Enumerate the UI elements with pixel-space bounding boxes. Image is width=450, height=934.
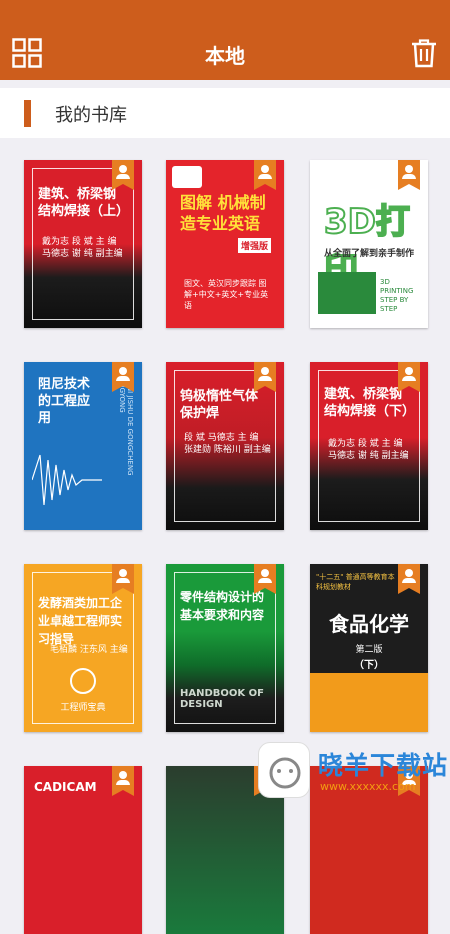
cover-label-box xyxy=(172,166,202,188)
book-subtitle: HANDBOOK OF DESIGN xyxy=(180,688,264,710)
book-tag: 3D PRINTING STEP BY STEP xyxy=(380,278,414,313)
page-title: 本地 xyxy=(205,44,245,68)
book-card[interactable]: CADICAM xyxy=(24,766,142,934)
book-authors: 戴为志 段 斌 主 编 xyxy=(42,237,117,247)
book-authors: 段 斌 马德志 主 编 xyxy=(184,433,259,443)
book-authors: 毛栢麟 汪东风 主编 xyxy=(50,645,128,655)
book-card[interactable]: 建筑、桥梁钢结构焊接（下） 戴为志 段 斌 主 编 马德志 谢 纯 副主编 xyxy=(310,362,428,530)
book-title: 发酵酒类加工企业卓越工程师实习指导 xyxy=(38,596,123,646)
book-card[interactable]: 图解 机械制造专业英语 增强版 图文、英汉同步跟踪 图解+中文+英文+专业英语 xyxy=(166,160,284,328)
book-spine-text: ZUNI JISHU DE GONGCHENG YINGYONG xyxy=(120,376,134,476)
book-card[interactable]: 阻尼技术的工程应用 ZUNI JISHU DE GONGCHENG YINGYO… xyxy=(24,362,142,530)
book-volume: （下） xyxy=(354,660,384,671)
edition-badge: 增强版 xyxy=(238,238,272,253)
bookmark-icon xyxy=(254,564,276,594)
site-watermark: 晓羊下载站 www.xxxxxx.com xyxy=(258,740,450,800)
watermark-logo-icon xyxy=(258,742,310,798)
brand-label: 工程师宝典 xyxy=(60,703,106,713)
printer-image xyxy=(318,272,376,314)
bookmark-icon xyxy=(112,362,134,392)
book-title: 食品化学 xyxy=(329,612,409,636)
watermark-url: www.xxxxxx.com xyxy=(320,780,416,793)
book-coeditors: 张建勋 陈裕川 副主编 xyxy=(184,445,271,455)
trash-icon[interactable] xyxy=(410,38,438,68)
watermark-text: 晓羊下载站 xyxy=(318,751,449,780)
bookmark-icon xyxy=(112,160,134,190)
book-card[interactable]: "十二五" 普通高等教育本科规划教材 食品化学 第二版 （下） xyxy=(310,564,428,732)
book-subtitle: 从全面了解到亲手制作 xyxy=(324,249,415,259)
book-title: CADICAM xyxy=(34,780,97,794)
bookmark-icon xyxy=(112,766,134,796)
bookmark-icon xyxy=(254,160,276,190)
book-title: 钨极惰性气体保护焊 xyxy=(180,389,259,421)
book-subtitle: 图文、英汉同步跟踪 图解+中文+英文+专业英语 xyxy=(184,279,269,310)
book-coeditors: 马德志 谢 纯 副主编 xyxy=(42,249,123,259)
book-title: 图解 机械制造专业英语 xyxy=(180,193,266,233)
section-header: 我的书库 xyxy=(0,88,450,138)
section-label: 我的书库 xyxy=(55,105,127,126)
bookmark-icon xyxy=(398,160,420,190)
book-card[interactable]: 发酵酒类加工企业卓越工程师实习指导 毛栢麟 汪东风 主编 工程师宝典 xyxy=(24,564,142,732)
book-series: "十二五" 普通高等教育本科规划教材 xyxy=(316,573,395,591)
book-title: 阻尼技术的工程应用 xyxy=(38,377,91,426)
book-card[interactable]: 零件结构设计的基本要求和内容 HANDBOOK OF DESIGN xyxy=(166,564,284,732)
waveform-image xyxy=(32,454,102,506)
bookmark-icon xyxy=(254,362,276,392)
bookmark-icon xyxy=(398,362,420,392)
section-accent-bar xyxy=(24,100,31,127)
book-title: 建筑、桥梁钢结构焊接（上） xyxy=(38,187,130,219)
book-card[interactable]: 建筑、桥梁钢结构焊接（上） 戴为志 段 斌 主 编 马德志 谢 纯 副主编 xyxy=(24,160,142,328)
book-edition: 第二版 xyxy=(355,645,383,655)
book-card[interactable]: 3D打印 从全面了解到亲手制作 3D PRINTING STEP BY STEP xyxy=(310,160,428,328)
brand-logo-icon xyxy=(70,668,96,694)
book-card[interactable]: 钨极惰性气体保护焊 段 斌 马德志 主 编 张建勋 陈裕川 副主编 xyxy=(166,362,284,530)
app-header: 本地 xyxy=(0,0,450,80)
bookmark-icon xyxy=(112,564,134,594)
bookmark-icon xyxy=(398,564,420,594)
book-coeditors: 马德志 谢 纯 副主编 xyxy=(328,451,409,461)
book-authors: 戴为志 段 斌 主 编 xyxy=(328,439,403,449)
